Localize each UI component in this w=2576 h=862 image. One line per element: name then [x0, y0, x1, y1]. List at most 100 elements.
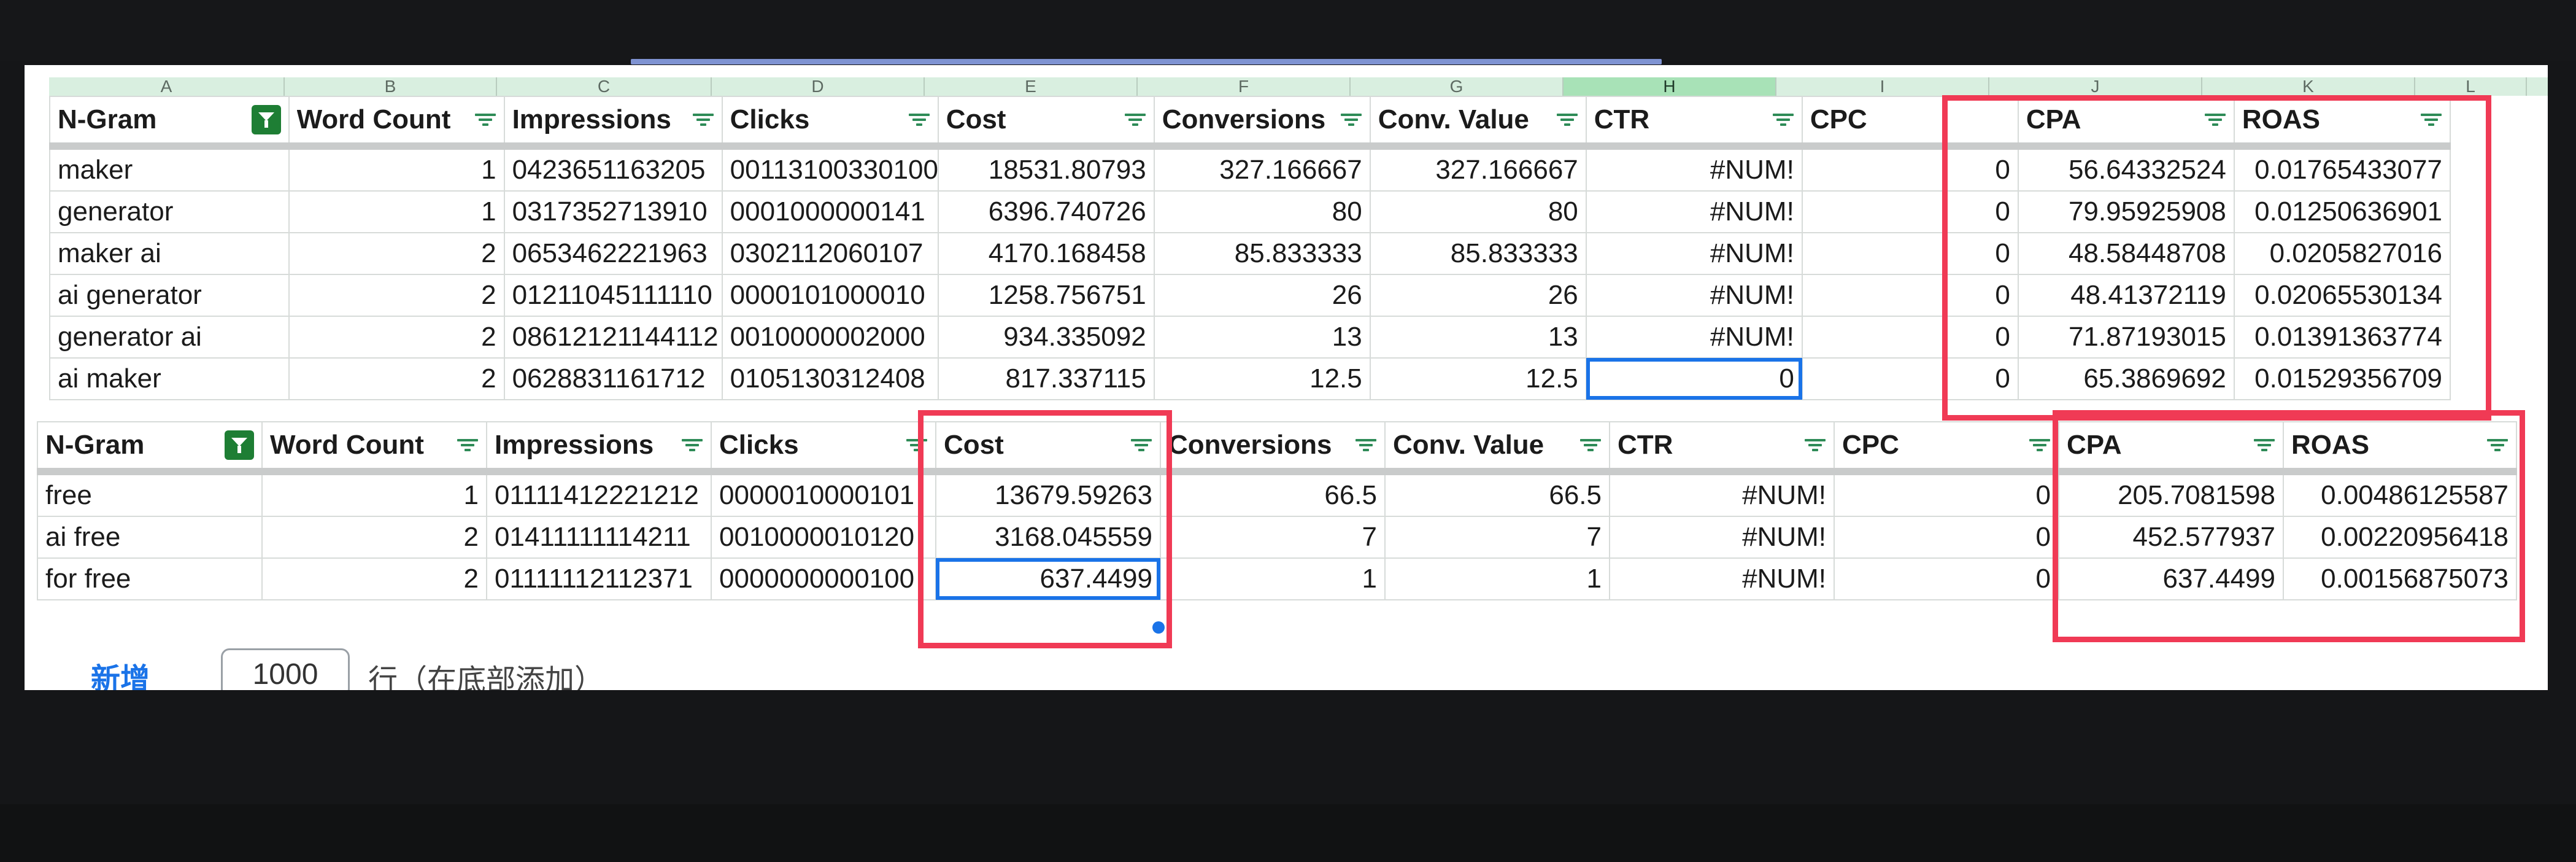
header-cell-ngram[interactable]: N-Gram [37, 421, 263, 475]
cell[interactable]: #NUM! [1609, 471, 1835, 517]
cell[interactable]: 00113100330100 [721, 146, 939, 192]
cell[interactable]: 0.01250636901 [2233, 190, 2451, 233]
cell[interactable]: 6396.740726 [937, 190, 1155, 233]
cell[interactable]: 26 [1369, 274, 1587, 317]
cell[interactable]: 2 [261, 516, 487, 559]
cell[interactable]: 0.01529356709 [2233, 357, 2451, 400]
fill-handle[interactable] [1152, 621, 1165, 634]
cell[interactable]: 2 [288, 274, 505, 317]
filter-icon[interactable] [2486, 438, 2509, 452]
filter-icon[interactable] [1340, 112, 1362, 127]
column-letter-b[interactable]: B [285, 77, 497, 96]
column-letter-g[interactable]: G [1351, 77, 1564, 96]
cell[interactable]: 13 [1369, 316, 1587, 359]
cell[interactable]: 3168.045559 [935, 516, 1161, 559]
filter-active-icon[interactable] [225, 430, 254, 460]
cell[interactable]: 0.00486125587 [2283, 471, 2517, 517]
cell[interactable]: 66.5 [1384, 471, 1610, 517]
cell[interactable]: ai maker [49, 357, 290, 400]
cell[interactable]: 0 [1801, 316, 2019, 359]
column-letter-j[interactable]: J [1989, 77, 2202, 96]
cell[interactable]: #NUM! [1585, 190, 1803, 233]
header-cell-cpc[interactable]: CPC [1834, 421, 2059, 475]
cell[interactable]: ai free [37, 516, 263, 559]
add-rows-link[interactable]: 新增 [91, 654, 150, 690]
selected-cell-cost[interactable]: 637.4499 [935, 557, 1161, 600]
cell[interactable]: 1 [288, 190, 505, 233]
column-letter-c[interactable]: C [497, 77, 712, 96]
filter-icon[interactable] [2420, 112, 2442, 127]
header-cell-cpa[interactable]: CPA [2058, 421, 2284, 475]
column-letter-k[interactable]: K [2202, 77, 2415, 96]
cell[interactable]: 2 [288, 316, 505, 359]
header-cell-conversions[interactable]: Conversions [1160, 421, 1386, 475]
header-cell-clicks[interactable]: Clicks [711, 421, 936, 475]
cell[interactable]: 0.01765433077 [2233, 146, 2451, 192]
cell[interactable]: #NUM! [1609, 516, 1835, 559]
cell[interactable]: 85.833333 [1369, 232, 1587, 275]
header-cell-roas[interactable]: ROAS [2233, 96, 2451, 150]
header-cell-word-count[interactable]: Word Count [261, 421, 487, 475]
cell[interactable]: 0 [1834, 516, 2059, 559]
filter-icon[interactable] [1556, 112, 1578, 127]
cell[interactable]: 0 [1801, 146, 2019, 192]
column-letter-i[interactable]: I [1776, 77, 1989, 96]
cell[interactable]: 48.41372119 [2017, 274, 2235, 317]
column-letter-e[interactable]: E [925, 77, 1138, 96]
cell[interactable]: 0001000000141 [721, 190, 939, 233]
cell[interactable]: maker [49, 146, 290, 192]
cell[interactable]: 18531.80793 [937, 146, 1155, 192]
filter-icon[interactable] [1124, 112, 1146, 127]
cell[interactable]: 1 [1160, 557, 1386, 600]
cell[interactable]: 66.5 [1160, 471, 1386, 517]
cell[interactable]: ai generator [49, 274, 290, 317]
cell[interactable]: 1 [261, 471, 487, 517]
cell[interactable]: 0000101000010 [721, 274, 939, 317]
header-cell-word-count[interactable]: Word Count [288, 96, 505, 150]
cell[interactable]: 01411111114211 [486, 516, 712, 559]
filter-icon[interactable] [1355, 438, 1377, 452]
cell[interactable]: 26 [1153, 274, 1371, 317]
cell[interactable]: 0 [1801, 357, 2019, 400]
cell[interactable]: 4170.168458 [937, 232, 1155, 275]
cell[interactable]: 0423651163205 [503, 146, 723, 192]
cell[interactable]: for free [37, 557, 263, 600]
cell[interactable]: 205.7081598 [2058, 471, 2284, 517]
filter-icon[interactable] [906, 438, 928, 452]
column-letter-a[interactable]: A [49, 77, 285, 96]
header-cell-ctr[interactable]: CTR [1585, 96, 1803, 150]
header-cell-cost[interactable]: Cost [937, 96, 1155, 150]
header-cell-conversions[interactable]: Conversions [1153, 96, 1371, 150]
rows-count-input[interactable]: 1000 [221, 648, 350, 690]
cell[interactable]: 56.64332524 [2017, 146, 2235, 192]
cell[interactable]: 13679.59263 [935, 471, 1161, 517]
filter-icon[interactable] [1130, 438, 1152, 452]
cell[interactable]: 2 [288, 357, 505, 400]
cell[interactable]: 2 [288, 232, 505, 275]
cell[interactable]: #NUM! [1585, 232, 1803, 275]
cell[interactable]: 01111112112371 [486, 557, 712, 600]
cell[interactable]: 0.02065530134 [2233, 274, 2451, 317]
cell[interactable]: 12.5 [1369, 357, 1587, 400]
cell[interactable]: 934.335092 [937, 316, 1155, 359]
cell[interactable]: #NUM! [1585, 316, 1803, 359]
cell[interactable]: 0010000002000 [721, 316, 939, 359]
cell[interactable]: 0 [1834, 471, 2059, 517]
cell[interactable]: 0302112060107 [721, 232, 939, 275]
header-cell-ctr[interactable]: CTR [1609, 421, 1835, 475]
filter-icon[interactable] [2029, 438, 2051, 452]
cell[interactable]: 0000000000100 [711, 557, 936, 600]
cell[interactable]: 0 [1801, 232, 2019, 275]
cell[interactable]: 637.4499 [2058, 557, 2284, 600]
cell[interactable]: #NUM! [1609, 557, 1835, 600]
header-cell-clicks[interactable]: Clicks [721, 96, 939, 150]
header-cell-conv-value[interactable]: Conv. Value [1384, 421, 1610, 475]
column-letter-l[interactable]: L [2415, 77, 2527, 96]
filter-icon[interactable] [681, 438, 703, 452]
filter-active-icon[interactable] [251, 105, 281, 134]
cell[interactable]: 2 [261, 557, 487, 600]
cell[interactable]: 79.95925908 [2017, 190, 2235, 233]
header-cell-impressions[interactable]: Impressions [503, 96, 723, 150]
cell[interactable]: 0317352713910 [503, 190, 723, 233]
cell[interactable]: 08612121144112 [503, 316, 723, 359]
